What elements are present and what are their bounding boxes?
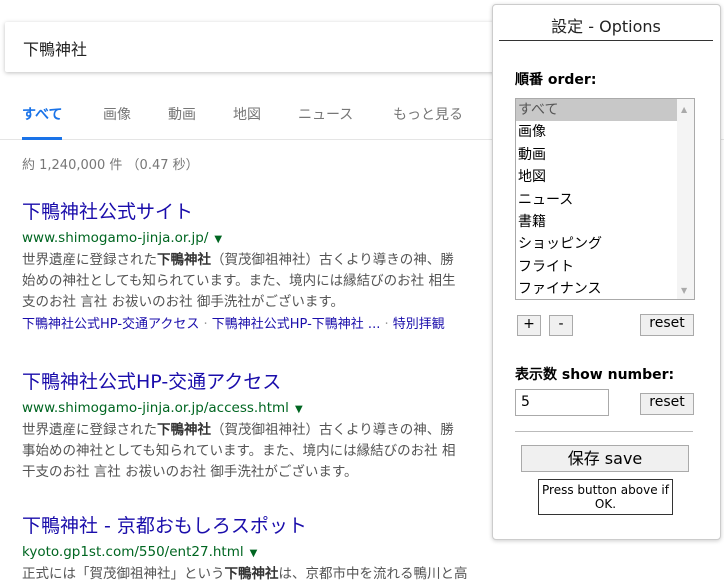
snippet-bold: 下鴨神社 xyxy=(157,252,211,268)
order-option[interactable]: ニュース xyxy=(516,189,678,211)
result-title[interactable]: 下鴨神社公式サイト xyxy=(22,200,492,224)
options-title: 設定 - Options xyxy=(499,13,713,41)
snippet-text: 世界遺産に登録された xyxy=(22,422,157,438)
result-title[interactable]: 下鴨神社 - 京都おもしろスポット xyxy=(22,514,492,538)
order-option[interactable]: ショッピング xyxy=(516,233,678,255)
order-option[interactable]: 書籍 xyxy=(516,211,678,233)
search-input[interactable]: 下鴨神社 xyxy=(5,22,505,72)
snippet-text: 始めの神社としても知られています。また、境内には縁結びのお社 相生 xyxy=(22,273,456,289)
snippet-text: 干支のお社 言社 お祓いのお社 御手洗社がございます。 xyxy=(22,464,358,480)
order-option[interactable]: 画像 xyxy=(516,121,678,143)
snippet-text: 事始めの神社としても知られています。また、境内には縁結びのお社 相 xyxy=(22,443,456,459)
search-result: 下鴨神社公式サイト www.shimogamo-jinja.or.jp/ ▼ 世界… xyxy=(22,200,492,335)
result-url: www.shimogamo-jinja.or.jp/ xyxy=(22,230,209,246)
result-url: www.shimogamo-jinja.or.jp/access.html xyxy=(22,400,289,416)
show-number-input[interactable]: 5 xyxy=(515,389,609,416)
snippet-text: （賀茂御祖神社）古くより導きの神、勝 xyxy=(211,422,454,438)
result-stats: 約 1,240,000 件 （0.47 秒） xyxy=(22,158,199,173)
sitelink[interactable]: 特別拝観 xyxy=(393,317,445,332)
move-down-button[interactable]: - xyxy=(549,315,573,336)
order-option[interactable]: フライト xyxy=(516,256,678,278)
order-reset-button[interactable]: reset xyxy=(640,314,694,336)
snippet-text: 正式には「賀茂御祖神社」という xyxy=(22,566,225,582)
scroll-up-icon[interactable]: ▲ xyxy=(681,105,687,114)
divider xyxy=(515,431,693,432)
tab-images[interactable]: 画像 xyxy=(103,104,131,140)
number-reset-button[interactable]: reset xyxy=(640,393,694,415)
snippet-text: （賀茂御祖神社）古くより導きの神、勝 xyxy=(211,252,454,268)
search-result: 下鴨神社 - 京都おもしろスポット kyoto.gp1st.com/550/en… xyxy=(22,514,492,585)
snippet-bold: 下鴨神社 xyxy=(224,566,279,582)
order-label: 順番 order: xyxy=(515,72,597,88)
scroll-down-icon[interactable]: ▼ xyxy=(681,286,687,295)
tab-videos[interactable]: 動画 xyxy=(168,104,196,140)
order-option[interactable]: 地図 xyxy=(516,166,678,188)
dropdown-arrow-icon[interactable]: ▼ xyxy=(250,548,258,559)
order-listbox[interactable]: すべて 画像 動画 地図 ニュース 書籍 ショッピング フライト ファイナンス … xyxy=(515,98,695,300)
search-result: 下鴨神社公式HP-交通アクセス www.shimogamo-jinja.or.j… xyxy=(22,370,492,483)
tab-all[interactable]: すべて xyxy=(22,104,63,140)
number-label: 表示数 show number: xyxy=(515,367,675,383)
tab-news[interactable]: ニュース xyxy=(298,104,353,140)
order-option[interactable]: すべて xyxy=(516,99,678,122)
snippet-text: 支のお社 言社 お祓いのお社 御手洗社がございます。 xyxy=(22,294,345,310)
order-option[interactable]: 動画 xyxy=(516,144,678,166)
save-button[interactable]: 保存 save xyxy=(521,445,689,472)
scrollbar[interactable]: ▲ ▼ xyxy=(677,99,694,299)
result-url: kyoto.gp1st.com/550/ent27.html xyxy=(22,544,244,560)
sitelink[interactable]: 下鴨神社公式HP-下鴨神社 ... xyxy=(212,317,381,332)
dropdown-arrow-icon[interactable]: ▼ xyxy=(214,234,222,245)
sitelink[interactable]: 下鴨神社公式HP-交通アクセス xyxy=(22,317,199,332)
dropdown-arrow-icon[interactable]: ▼ xyxy=(295,404,303,415)
result-title[interactable]: 下鴨神社公式HP-交通アクセス xyxy=(22,370,492,394)
order-option[interactable]: ファイナンス xyxy=(516,278,678,299)
snippet-bold: 下鴨神社 xyxy=(157,422,211,438)
move-up-button[interactable]: + xyxy=(517,315,541,336)
save-tooltip: Press button above if OK. xyxy=(538,479,673,515)
tab-more[interactable]: もっと見る xyxy=(393,104,463,140)
options-panel: 設定 - Options 順番 order: すべて 画像 動画 地図 ニュース… xyxy=(492,4,721,540)
tab-maps[interactable]: 地図 xyxy=(233,104,261,140)
snippet-text: は、京都市中を流れる鴨川と高 xyxy=(278,566,468,582)
snippet-text: 世界遺産に登録された xyxy=(22,252,157,268)
